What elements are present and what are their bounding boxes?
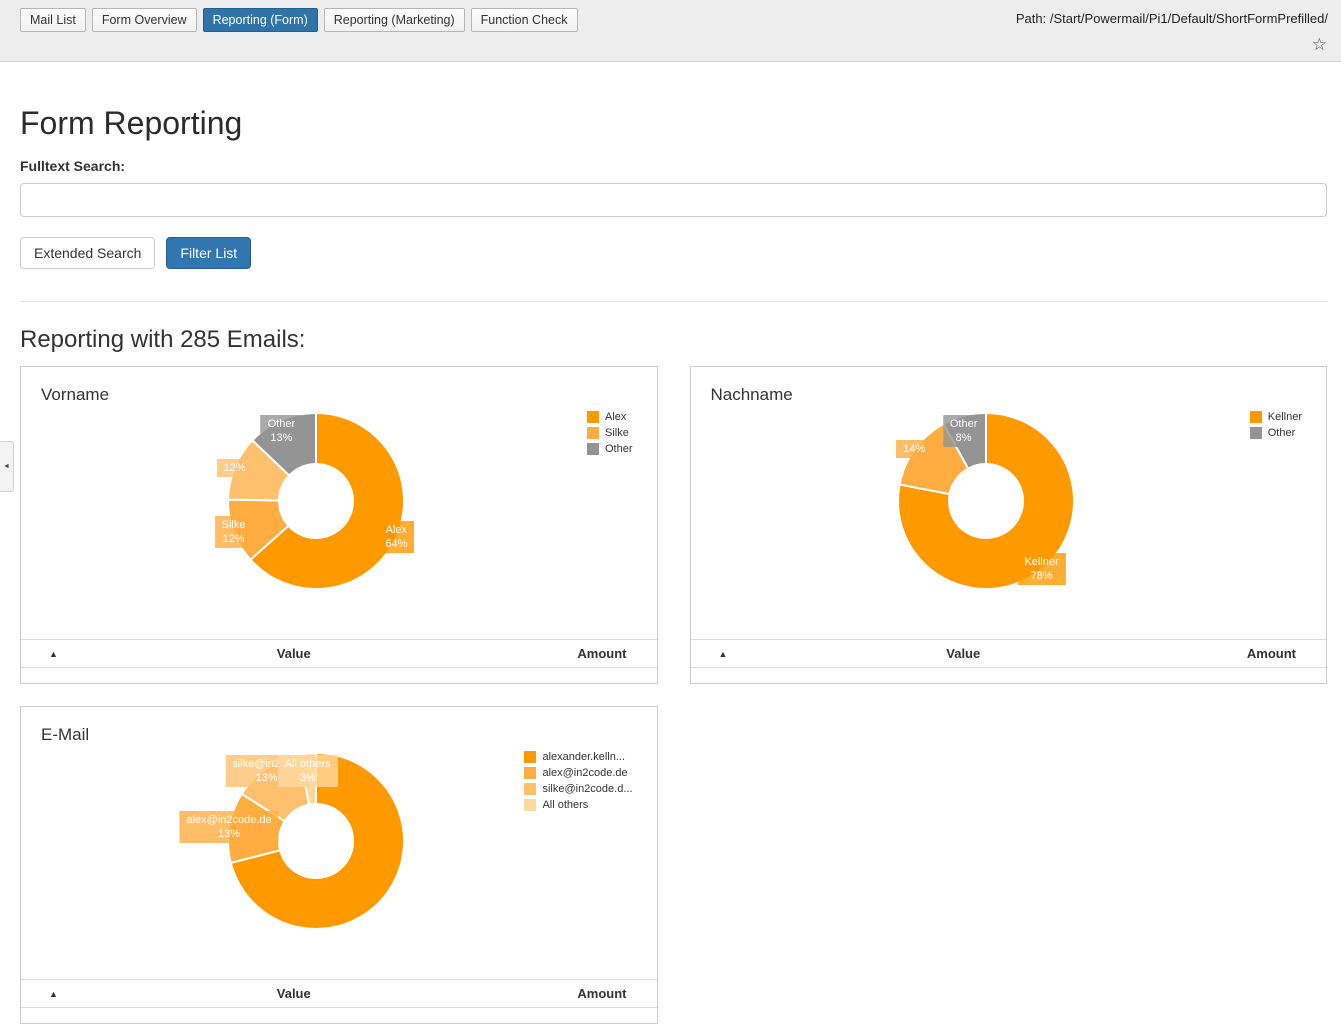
reporting-heading: Reporting with 285 Emails:: [20, 326, 1327, 354]
doc-header: Mail List Form Overview Reporting (Form)…: [0, 0, 1341, 62]
sort-asc-icon[interactable]: ▲: [691, 649, 751, 659]
sort-asc-icon[interactable]: ▲: [21, 989, 81, 999]
legend-swatch: [587, 411, 599, 423]
chart-title: Nachname: [691, 381, 1327, 405]
module-body: Form Reporting Fulltext Search: Extended…: [0, 62, 1341, 1024]
fulltext-search-label: Fulltext Search:: [20, 158, 1327, 174]
legend-swatch: [1250, 411, 1262, 423]
legend-label: Silke: [605, 427, 629, 439]
tab-reporting-marketing[interactable]: Reporting (Marketing): [324, 8, 465, 32]
chart-panel-nachname: Nachname Kellner78% 14% Other8% Kellner Other…: [690, 366, 1328, 684]
legend-label: alex@in2code.de: [542, 767, 627, 779]
legend-swatch: [524, 767, 536, 779]
legend-item[interactable]: Silke: [587, 427, 633, 439]
legend-label: Other: [1268, 427, 1296, 439]
slice-label: All others3%: [278, 755, 338, 787]
legend-item[interactable]: alexander.kelln...: [524, 751, 632, 763]
table-header: ▲ValueAmount: [691, 639, 1327, 668]
legend-item[interactable]: silke@in2code.d...: [524, 783, 632, 795]
legend-item[interactable]: Other: [1250, 427, 1302, 439]
legend-swatch: [524, 783, 536, 795]
search-buttons: Extended Search Filter List: [20, 237, 1327, 269]
tab-reporting-form[interactable]: Reporting (Form): [203, 8, 318, 32]
filter-list-button[interactable]: Filter List: [166, 237, 251, 269]
divider: [20, 301, 1327, 302]
legend-label: alexander.kelln...: [542, 751, 625, 763]
chart-legend: Alex Silke Other: [587, 411, 633, 459]
donut-chart: Alex64% Silke12% 12% Other13% Alex Silke Other: [21, 411, 657, 629]
extended-search-button[interactable]: Extended Search: [20, 237, 155, 269]
legend-item[interactable]: All others: [524, 799, 632, 811]
legend-swatch: [587, 427, 599, 439]
slice-label: Kellner78%: [1017, 553, 1065, 585]
legend-label: All others: [542, 799, 588, 811]
slice-label: 12%: [217, 459, 253, 477]
charts-grid: Vorname Alex64% Silke12% 12% Other13% Alex Sil…: [20, 366, 1327, 1024]
page-title: Form Reporting: [20, 105, 1327, 142]
legend-swatch: [524, 751, 536, 763]
tab-form-overview[interactable]: Form Overview: [92, 8, 197, 32]
chart-title: E-Mail: [21, 721, 657, 745]
table-header: ▲ValueAmount: [21, 979, 657, 1008]
legend-item[interactable]: Kellner: [1250, 411, 1302, 423]
chart-panel-vorname: Vorname Alex64% Silke12% 12% Other13% Alex Sil…: [20, 366, 658, 684]
legend-label: Alex: [605, 411, 626, 423]
legend-swatch: [524, 799, 536, 811]
chart-legend: alexander.kelln... alex@in2code.de silke@i…: [524, 751, 632, 815]
donut-chart: alex@in2code.de13%silke@in2co...13%All o…: [21, 751, 657, 969]
chart-title: Vorname: [21, 381, 657, 405]
slice-label: Other8%: [943, 415, 985, 447]
legend-label: Other: [605, 443, 633, 455]
legend-item[interactable]: Other: [587, 443, 633, 455]
table-header: ▲ValueAmount: [21, 639, 657, 668]
tab-mail-list[interactable]: Mail List: [20, 8, 86, 32]
legend-label: Kellner: [1268, 411, 1302, 423]
chart-legend: Kellner Other: [1250, 411, 1302, 443]
slice-label: Other13%: [261, 415, 303, 447]
legend-swatch: [587, 443, 599, 455]
slice-label: 14%: [896, 440, 932, 458]
sort-asc-icon[interactable]: ▲: [21, 649, 81, 659]
fulltext-search-input[interactable]: [20, 183, 1327, 217]
legend-item[interactable]: Alex: [587, 411, 633, 423]
slice-label: Alex64%: [378, 521, 414, 553]
tab-function-check[interactable]: Function Check: [471, 8, 578, 32]
value-column-header: Value: [751, 646, 1177, 661]
donut-chart: Kellner78% 14% Other8% Kellner Other: [691, 411, 1327, 629]
slice-label: Silke12%: [215, 516, 253, 548]
amount-column-header: Amount: [507, 646, 657, 661]
value-column-header: Value: [81, 646, 507, 661]
value-column-header: Value: [81, 986, 507, 1001]
chart-panel-e-mail: E-Mail alex@in2code.de13%silke@in2co...13…: [20, 706, 658, 1024]
legend-item[interactable]: alex@in2code.de: [524, 767, 632, 779]
amount-column-header: Amount: [507, 986, 657, 1001]
legend-swatch: [1250, 427, 1262, 439]
legend-label: silke@in2code.d...: [542, 783, 632, 795]
bookmark-star-icon[interactable]: ☆: [1312, 36, 1327, 54]
amount-column-header: Amount: [1176, 646, 1326, 661]
sidebar-collapse-handle[interactable]: ◄: [0, 441, 14, 492]
slice-label: alex@in2code.de13%: [179, 811, 278, 843]
page-path: Path: /Start/Powermail/Pi1/Default/Short…: [1016, 11, 1328, 26]
